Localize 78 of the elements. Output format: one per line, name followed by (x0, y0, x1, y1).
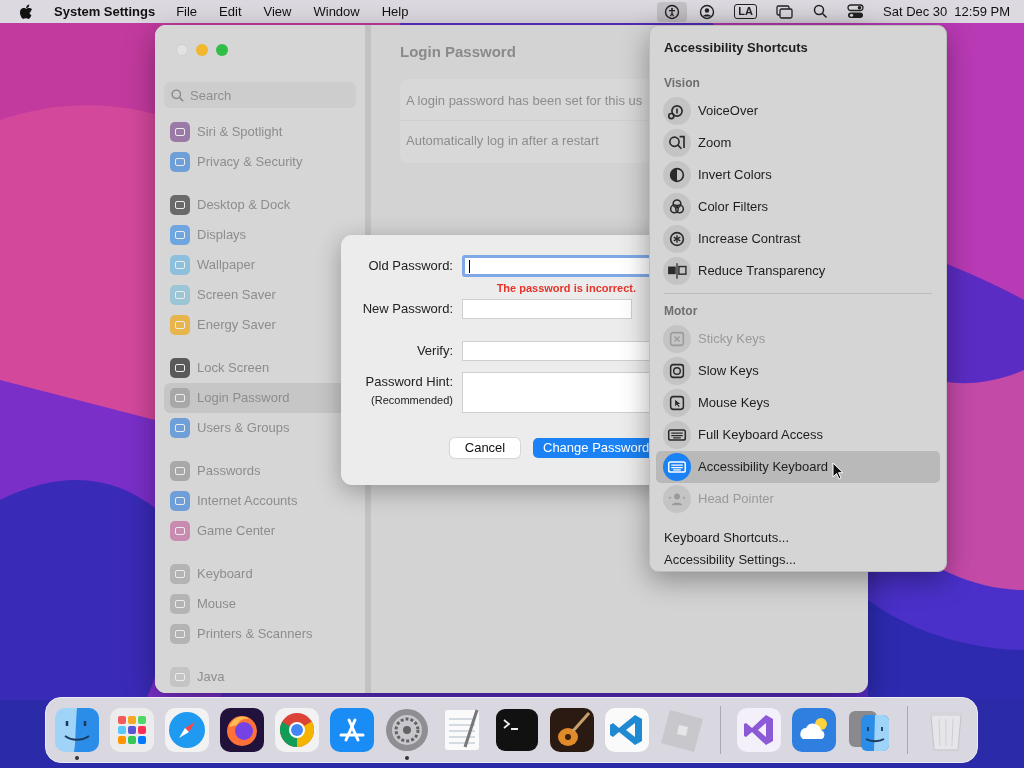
mouse-shortcut-icon (663, 389, 691, 417)
field-label: Password Hint: (365, 373, 453, 391)
section-heading: Motor (664, 303, 699, 320)
menu-item[interactable]: Accessibility Keyboard (656, 451, 940, 483)
sticky-shortcut-icon (663, 325, 691, 353)
cloud-icon[interactable] (791, 707, 837, 753)
cursor-icon (832, 462, 844, 480)
contrast-shortcut-icon (663, 225, 691, 253)
category-icon (170, 225, 190, 245)
error-message: The password is incorrect. (496, 280, 636, 296)
menu-item[interactable]: VoiceOver (656, 95, 940, 127)
app-grid-icon[interactable] (109, 707, 155, 753)
accessibility-icon[interactable] (657, 1, 688, 22)
menu-bar-date[interactable]: Sat Dec 30 (883, 1, 948, 22)
menu-item[interactable]: File (176, 1, 198, 22)
terminal-icon[interactable] (494, 707, 540, 753)
setting-row-text: Automatically log in after a restart (406, 132, 599, 151)
category-icon (170, 624, 190, 644)
category-icon (170, 521, 190, 541)
category-icon (170, 315, 190, 335)
window-title: Login Password (400, 42, 516, 61)
menu-item[interactable]: Invert Colors (656, 159, 940, 191)
invert-shortcut-icon (663, 161, 691, 189)
field-sublabel: (Recommended) (371, 392, 453, 408)
zoom-shortcut-icon (663, 129, 691, 157)
category-icon (170, 667, 190, 687)
menu-item[interactable]: Zoom (656, 127, 940, 159)
category-icon (170, 461, 190, 481)
field-label: Old Password: (368, 257, 453, 276)
apple-logo-icon[interactable] (19, 3, 33, 20)
category-icon (170, 122, 190, 142)
ribbon-logo-icon[interactable] (604, 707, 650, 753)
menu-item[interactable]: Slow Keys (656, 355, 940, 387)
voiceover-shortcut-icon (663, 97, 691, 125)
search-field[interactable]: Search (164, 82, 356, 108)
compass-icon[interactable] (164, 707, 210, 753)
search-icon (171, 89, 184, 102)
category-icon (170, 152, 190, 172)
menu-item[interactable]: Mouse Keys (656, 387, 940, 419)
menu-title: Accessibility Shortcuts (664, 39, 809, 56)
app-menu[interactable]: System Settings (54, 1, 156, 22)
fox-icon[interactable] (219, 707, 265, 753)
menu-item[interactable]: Accessibility Settings... (664, 549, 940, 571)
menu-item[interactable]: View (263, 1, 292, 22)
cancel-button[interactable]: Cancel (450, 438, 520, 458)
category-icon (170, 564, 190, 584)
category-icon (170, 255, 190, 275)
menu-item[interactable]: Reduce Transparency (656, 255, 940, 287)
menu-item[interactable]: Edit (219, 1, 242, 22)
slow-shortcut-icon (663, 357, 691, 385)
menu-item[interactable]: Keyboard Shortcuts... (664, 527, 940, 549)
head-shortcut-icon (663, 485, 691, 513)
menu-item[interactable]: Color Filters (656, 191, 940, 223)
setting-row-text: A login password has been set for this us (406, 91, 643, 110)
category-icon (170, 358, 190, 378)
section-heading: Vision (664, 75, 701, 92)
field-label: New Password: (362, 300, 453, 319)
category-icon (170, 388, 190, 408)
category-icon (170, 285, 190, 305)
transparency-shortcut-icon (663, 257, 691, 285)
guitar-icon[interactable] (549, 707, 595, 753)
gear-icon[interactable] (384, 707, 430, 753)
menu-bar-time[interactable]: 12:59 PM (954, 1, 1010, 22)
category-icon (170, 491, 190, 511)
password-field[interactable] (462, 299, 632, 319)
smiling-face-icon[interactable] (54, 707, 100, 753)
field-label: Verify: (416, 342, 453, 361)
category-icon (170, 418, 190, 438)
category-icon (170, 594, 190, 614)
filters-shortcut-icon (663, 193, 691, 221)
menu-item[interactable]: Increase Contrast (656, 223, 940, 255)
ribbon-logo-icon[interactable] (736, 707, 782, 753)
category-icon (170, 195, 190, 215)
input-source-indicator[interactable]: LA (727, 1, 764, 22)
keyboard-shortcut-icon (663, 453, 691, 481)
menu-item[interactable]: Help (381, 1, 409, 22)
keyboard-shortcut-icon (663, 421, 691, 449)
menu-item[interactable]: Window (313, 1, 360, 22)
